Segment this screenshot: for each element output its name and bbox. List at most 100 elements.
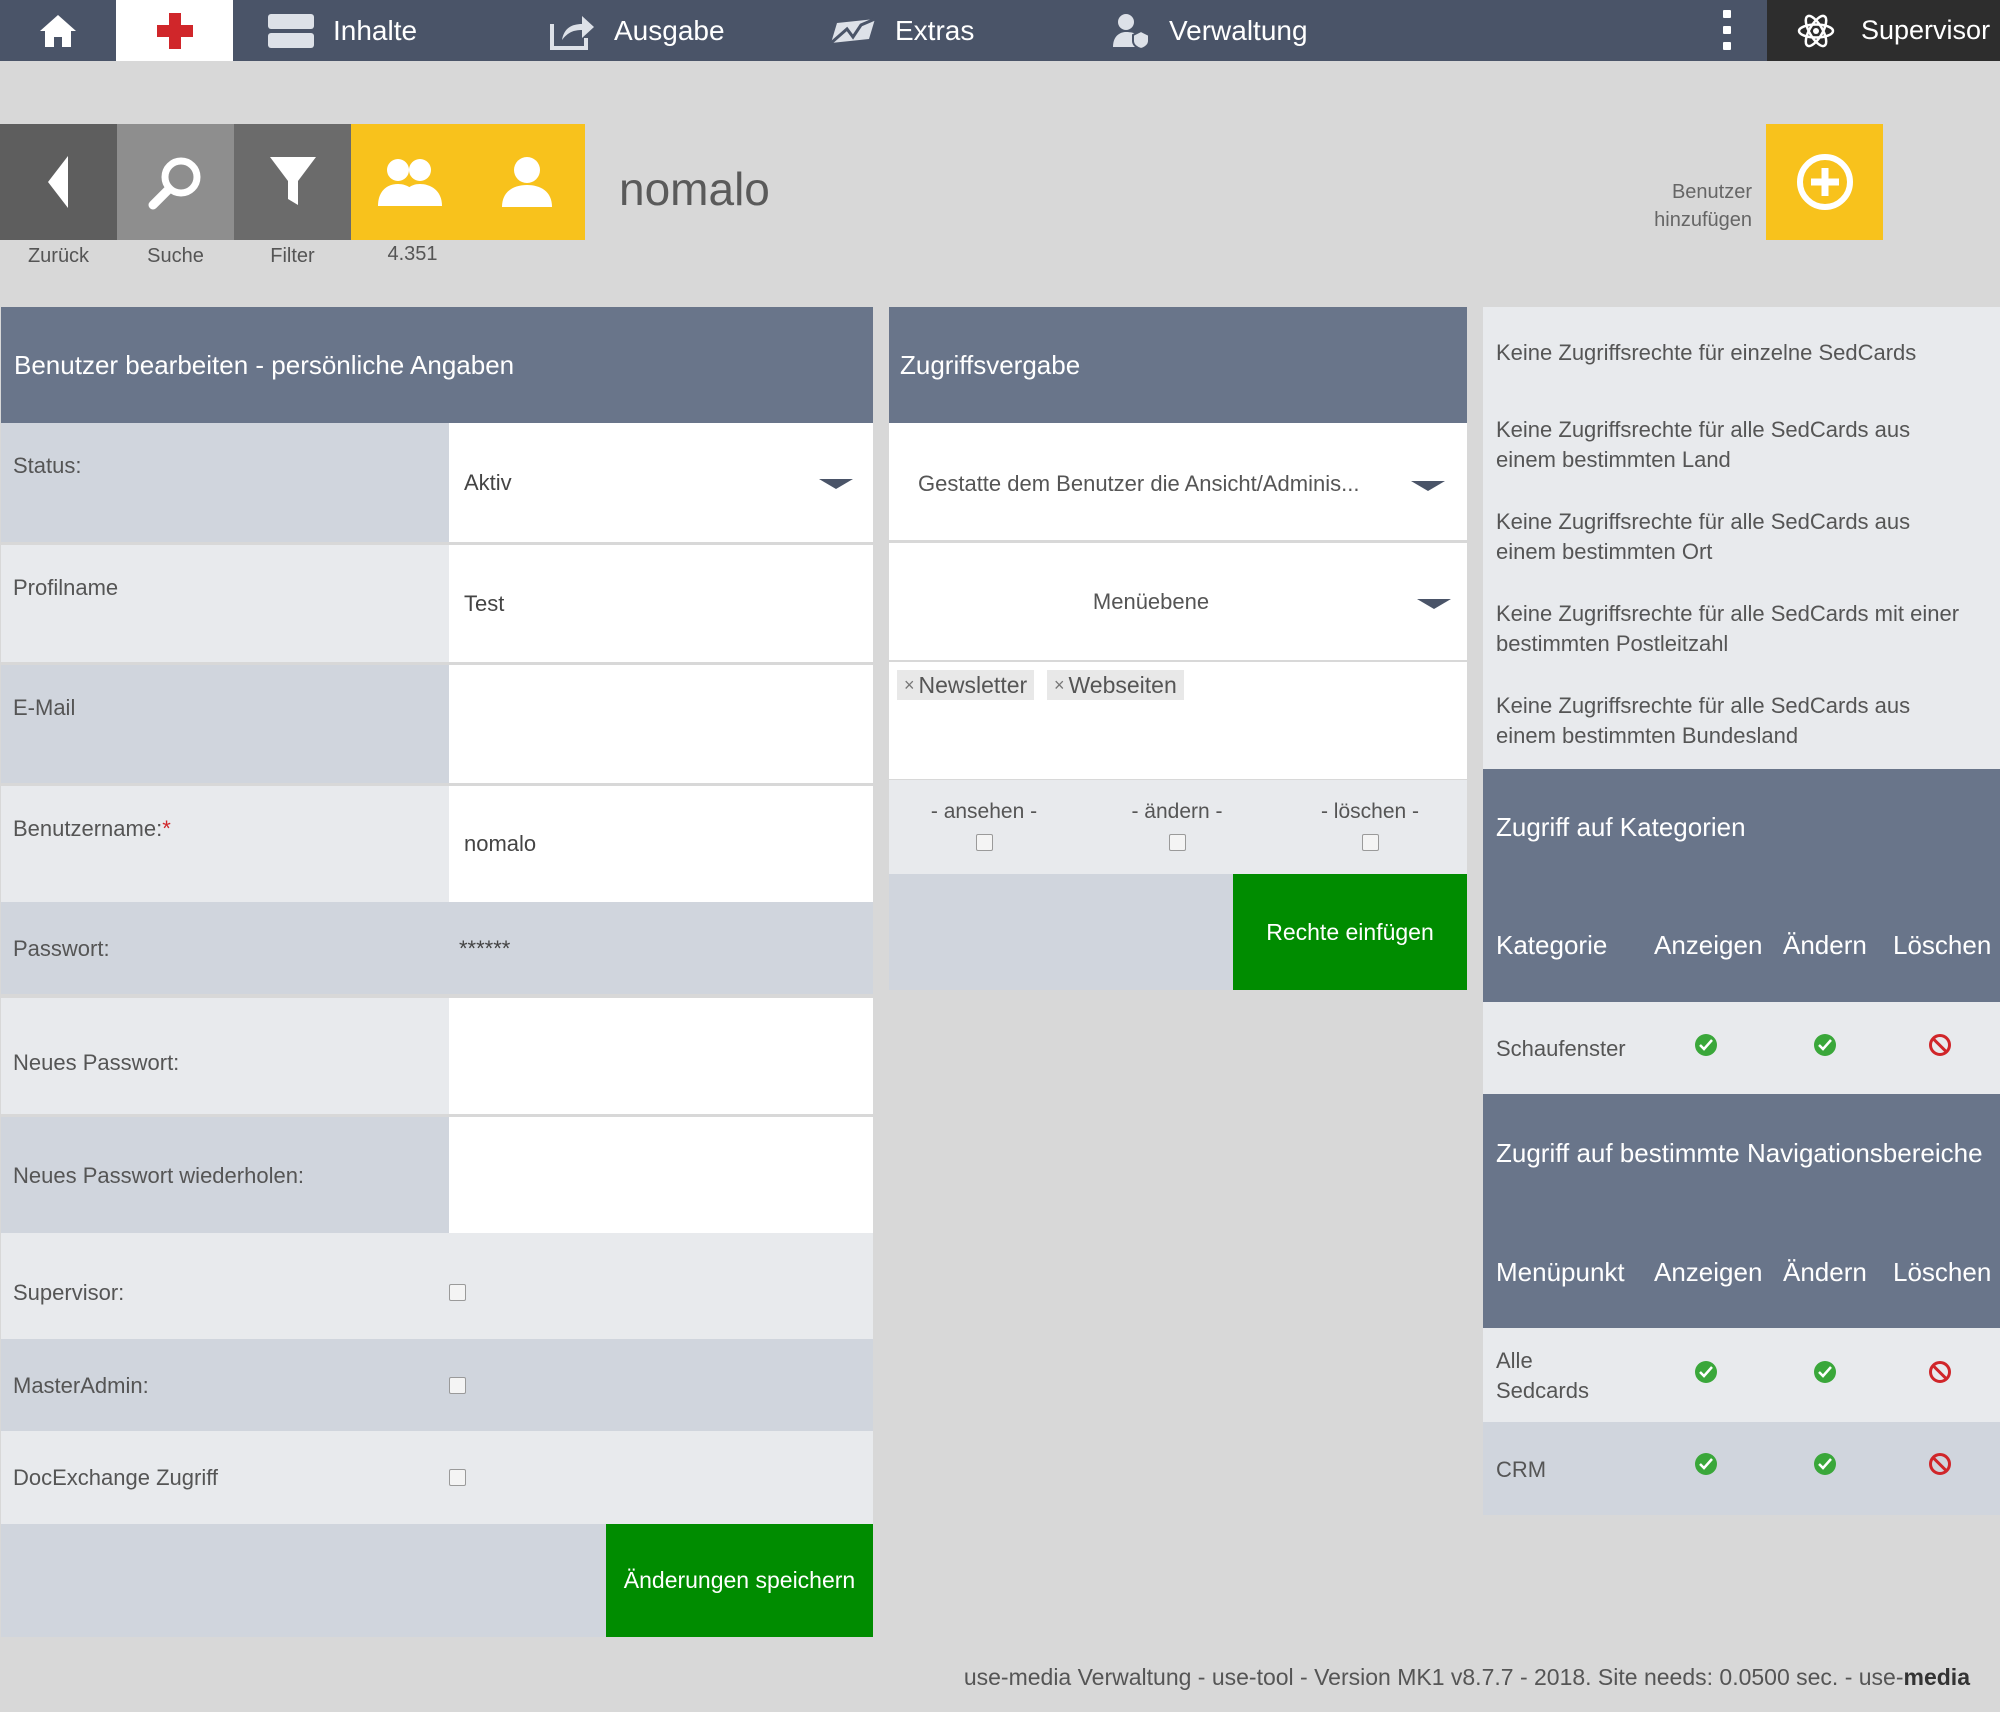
info-line-1: Keine Zugriffsrechte für einzelne SedCar… [1496,338,1996,368]
check-icon[interactable] [1814,1453,1836,1475]
form-panel-title: Benutzer bearbeiten - persönliche Angabe… [14,349,515,380]
col-kategorie: Kategorie [1496,930,1608,960]
insert-rights-button[interactable]: Rechte einfügen [1233,874,1467,990]
user-count: 4.351 [387,243,438,265]
email-field[interactable] [449,665,873,783]
categories-title: Zugriff auf Kategorien [1496,812,1746,842]
home-icon [40,14,76,47]
deny-icon[interactable] [1929,1453,1951,1475]
required-marker: * [162,816,171,841]
access-panel-header: Zugriffsvergabe [889,307,1467,423]
info-line-5: Keine Zugriffsrechte für alle SedCards a… [1496,691,1996,751]
tag-webseiten[interactable]: × Webseiten [1047,670,1184,700]
status-value: Aktiv [464,469,512,495]
footer-text: use-media Verwaltung - use-tool - Versio… [963,1664,1904,1690]
chevron-down-icon [1417,599,1451,609]
info-line-4: Keine Zugriffsrechte für alle SedCards m… [1496,599,1996,659]
red-cross-icon [156,12,193,49]
check-icon[interactable] [1814,1034,1836,1056]
menu-level-select[interactable]: Menüebene [889,543,1467,660]
docexchange-checkbox[interactable] [449,1469,466,1486]
search-label: Suche [147,245,204,267]
check-icon[interactable] [1695,1034,1717,1056]
perm-delete: - löschen - [1292,800,1448,857]
info-line-4b: bestimmten Postleitzahl [1496,631,1729,656]
col-anzeigen-2: Anzeigen [1654,1257,1763,1287]
perm-delete-checkbox[interactable] [1361,834,1379,851]
info-line-5a: Keine Zugriffsrechte für alle SedCards a… [1496,693,1911,718]
username-input[interactable]: nomalo [449,786,873,902]
table-row [1483,1422,2000,1515]
footer: use-media Verwaltung - use-tool - Versio… [964,1664,1970,1691]
nav-extras-label: Extras [895,14,975,46]
single-user-button[interactable] [468,124,585,240]
status-select[interactable]: Aktiv [449,423,873,542]
remove-tag-icon[interactable]: × [904,675,915,696]
nav-verwaltung-label: Verwaltung [1169,14,1308,46]
chevron-down-icon [819,479,853,489]
footer-brand: media [1903,1664,1970,1690]
nav-verwaltung[interactable]: Verwaltung [1111,0,1308,61]
nav-inhalte-label: Inhalte [333,14,418,46]
content-icon [268,13,314,48]
perm-change-label: - ändern - [1131,800,1223,823]
users-list-button[interactable] [351,124,468,240]
deny-icon[interactable] [1929,1361,1951,1383]
nav-extras[interactable]: Extras [829,0,974,61]
check-icon[interactable] [1695,1361,1717,1383]
more-menu-icon[interactable] [1715,10,1739,50]
access-panel-title: Zugriffsvergabe [900,349,1081,380]
supervisor-row: Supervisor: [1,1233,873,1339]
col-menuepunkt: Menüpunkt [1496,1257,1625,1287]
perm-delete-label: - löschen - [1320,800,1420,823]
perm-view-checkbox[interactable] [975,834,993,851]
users-icon [377,159,442,206]
chevron-left-icon [47,156,68,208]
check-icon[interactable] [1814,1361,1836,1383]
profilname-label: Profilname [13,575,119,600]
deny-icon[interactable] [1929,1034,1951,1056]
profilname-input[interactable]: Test [449,545,873,662]
tag-newsletter[interactable]: × Newsletter [897,670,1035,700]
info-line-3b: einem bestimmten Ort [1496,539,1713,564]
home-button[interactable] [0,0,116,61]
top-navigation: Inhalte Ausgabe Extras Verwaltung Superv… [0,0,2000,61]
back-button[interactable] [0,124,117,240]
masteradmin-checkbox[interactable] [449,1377,466,1394]
supervisor-menu[interactable]: Supervisor [1767,0,2000,61]
perm-change-checkbox[interactable] [1168,834,1186,851]
medical-tab-button[interactable] [116,0,233,61]
info-line-2a: Keine Zugriffsrechte für alle SedCards a… [1496,417,1911,442]
menu-item-alle-sedcards: Alle Sedcards [1496,1346,1589,1406]
menu-item-crm: CRM [1496,1457,1547,1482]
supervisor-label: Supervisor: [13,1280,125,1305]
status-label: Status: [13,453,82,478]
filter-button[interactable] [234,124,351,240]
repeat-password-input[interactable] [449,1117,873,1233]
col-anzeigen: Anzeigen [1654,930,1763,960]
perm-change: - ändern - [1099,800,1255,857]
remove-tag-icon[interactable]: × [1054,675,1065,696]
info-line-3: Keine Zugriffsrechte für alle SedCards a… [1496,507,1996,567]
perm-view: - ansehen - [906,800,1062,857]
atom-icon [1797,14,1835,47]
access-type-select[interactable]: Gestatte dem Benutzer die Ansicht/Admini… [889,423,1467,540]
nav-ausgabe[interactable]: Ausgabe [548,0,725,61]
extras-icon [830,17,876,44]
add-user-button[interactable] [1766,124,1883,240]
category-schaufenster: Schaufenster [1496,1036,1626,1061]
search-button[interactable] [117,124,234,240]
nav-inhalte[interactable]: Inhalte [267,0,417,61]
menu-item-sedcards: Sedcards [1496,1378,1589,1403]
col-loeschen-2: Löschen [1893,1257,1992,1287]
username-row: Benutzername:* nomalo [1,786,873,902]
password-row: Passwort: ****** [1,902,873,994]
docexchange-label: DocExchange Zugriff [13,1465,219,1490]
new-password-input[interactable] [449,998,873,1114]
check-icon[interactable] [1695,1453,1717,1475]
save-button[interactable]: Änderungen speichern [606,1524,873,1637]
info-line-4a: Keine Zugriffsrechte für alle SedCards m… [1496,601,1960,626]
info-line-2: Keine Zugriffsrechte für alle SedCards a… [1496,415,1996,475]
supervisor-checkbox[interactable] [449,1284,466,1301]
categories-header [1483,769,2000,1002]
